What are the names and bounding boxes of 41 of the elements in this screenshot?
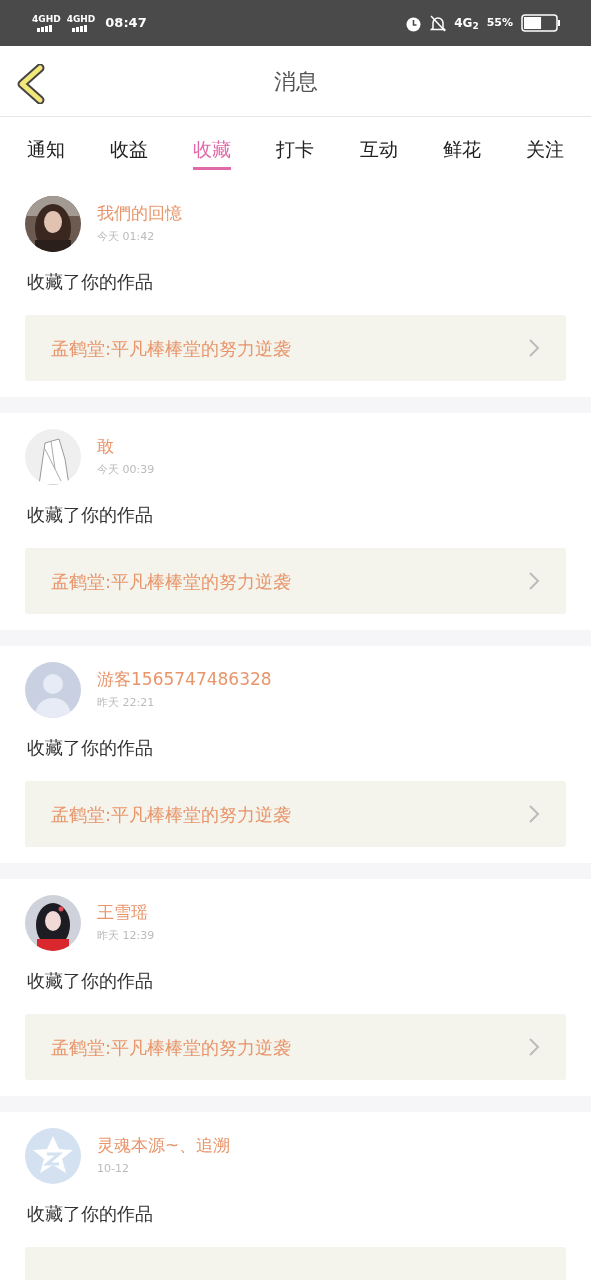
work-link[interactable]: 孟鹤堂:平凡棒棒堂的努力逆袭 bbox=[25, 548, 566, 614]
message-time: 今天 01:42 bbox=[97, 228, 156, 245]
message-text: 收藏了你的作品 bbox=[27, 1202, 154, 1226]
tab[interactable]: 收益 bbox=[109, 130, 148, 170]
chevron-icon bbox=[528, 338, 540, 358]
tab[interactable]: 收藏 bbox=[193, 130, 232, 170]
work-link[interactable]: 孟鹤堂:平凡棒棒堂的努力逆袭 bbox=[25, 1014, 566, 1080]
message-text: 收藏了你的作品 bbox=[27, 503, 154, 527]
chevron-icon bbox=[528, 804, 540, 824]
message-text: 收藏了你的作品 bbox=[27, 270, 154, 294]
signal-label: 4GHD bbox=[66, 14, 96, 24]
default-avatar-icon bbox=[25, 662, 81, 718]
network-label: 4G$_{2}$ bbox=[454, 15, 479, 32]
clock-time: 08:47 bbox=[105, 14, 147, 33]
tab[interactable]: 通知 bbox=[26, 130, 65, 170]
user-name[interactable]: 游客1565747486328 bbox=[97, 668, 272, 689]
message-text: 收藏了你的作品 bbox=[27, 969, 154, 993]
message-time: 10-12 bbox=[97, 1160, 130, 1177]
chevron-icon bbox=[528, 571, 540, 591]
tab[interactable]: 互动 bbox=[359, 130, 398, 170]
tab[interactable]: 关注 bbox=[526, 130, 565, 170]
star-avatar-icon bbox=[25, 1128, 81, 1184]
page-title: 消息 bbox=[273, 67, 318, 96]
message-time: 昨天 22:21 bbox=[97, 694, 156, 711]
user-name[interactable]: 灵魂本源~、追溯 bbox=[97, 1134, 231, 1155]
message-time: 今天 00:39 bbox=[97, 461, 155, 478]
battery-icon bbox=[521, 14, 561, 32]
chevron-icon bbox=[528, 1037, 540, 1057]
user-name[interactable]: 我們的回憶 bbox=[97, 202, 182, 223]
signal-label: 4GHD bbox=[32, 14, 61, 24]
message-time: 昨天 12:39 bbox=[97, 927, 155, 944]
message-text: 收藏了你的作品 bbox=[27, 736, 154, 760]
bell-off-icon bbox=[430, 14, 447, 32]
work-link[interactable]: 孟鹤堂:平凡棒棒堂的努力逆袭 bbox=[25, 315, 566, 381]
battery-percent: 55% bbox=[486, 14, 513, 31]
tab[interactable]: 打卡 bbox=[276, 130, 315, 170]
work-link[interactable]: 孟鹤堂:平凡棒棒堂的努力逆袭 bbox=[25, 781, 566, 847]
back-icon[interactable] bbox=[16, 64, 46, 104]
tab[interactable]: 鲜花 bbox=[443, 130, 482, 170]
user-name[interactable]: 敢 bbox=[97, 435, 155, 456]
user-name[interactable]: 王雪瑶 bbox=[97, 901, 155, 922]
